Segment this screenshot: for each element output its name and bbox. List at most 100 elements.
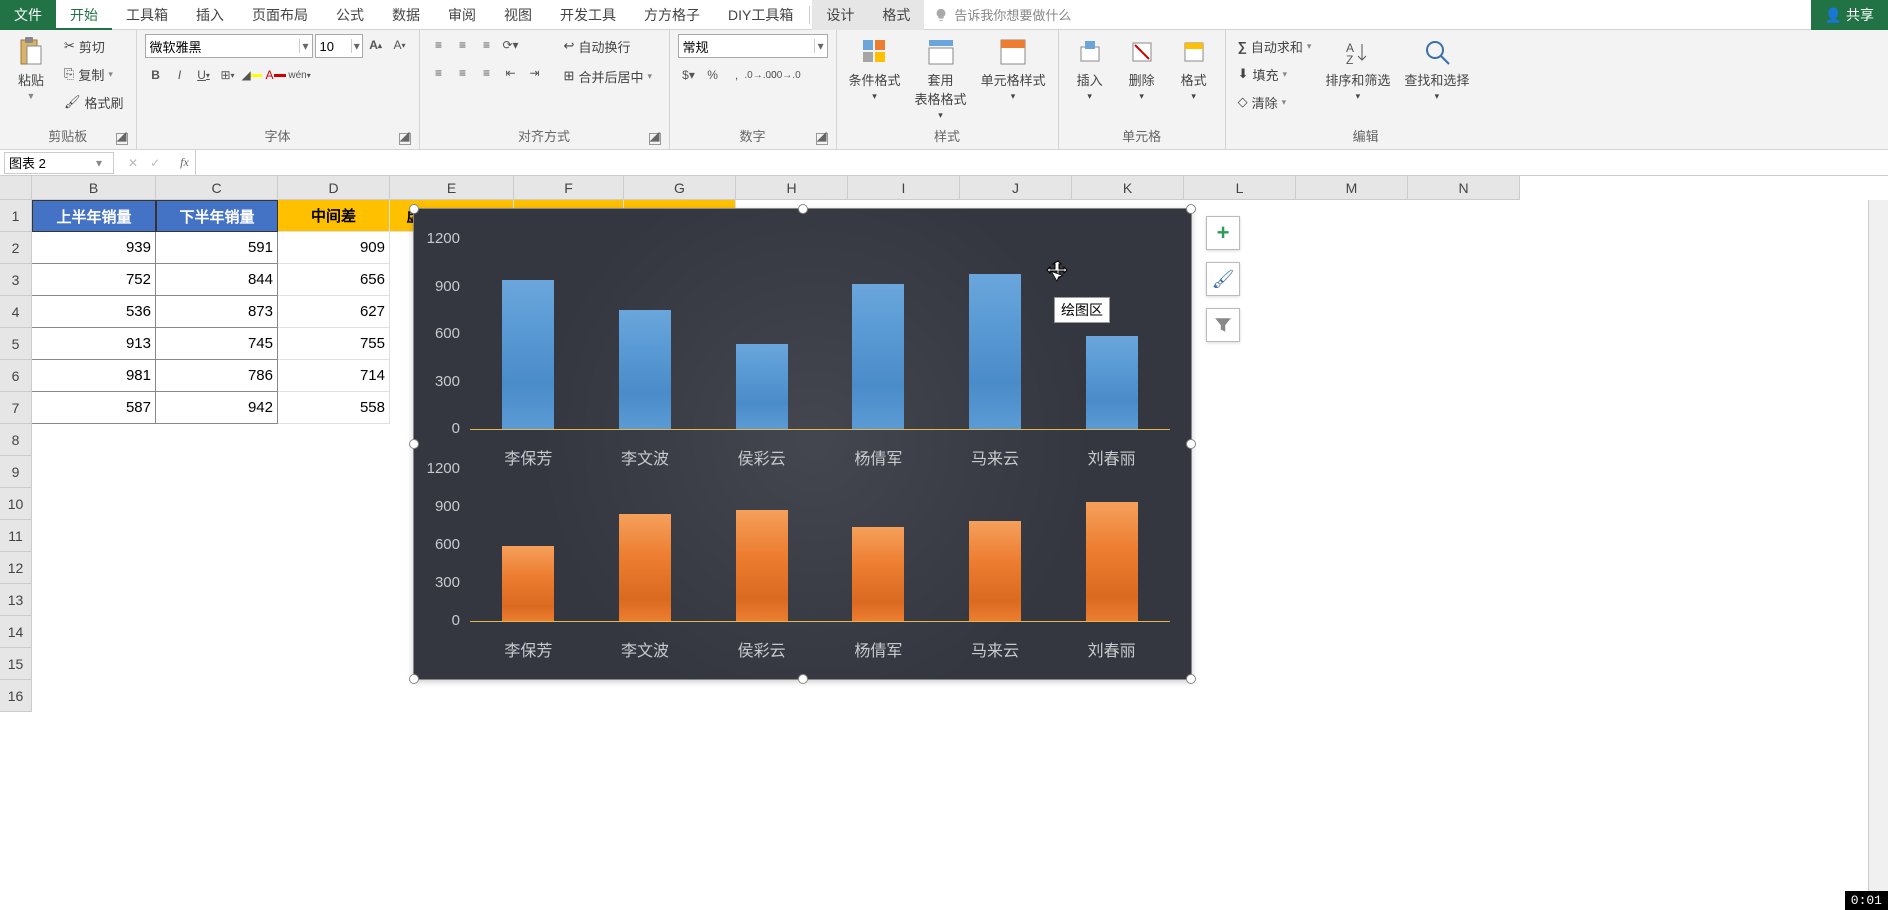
align-center-button[interactable]: ≡	[452, 62, 474, 84]
enter-formula-icon[interactable]: ✓	[150, 156, 160, 170]
cell[interactable]: 587	[32, 392, 156, 424]
format-table-button[interactable]: 套用 表格格式▾	[911, 34, 971, 126]
copy-button[interactable]: ⎘复制▾	[60, 62, 128, 86]
row-header-8[interactable]: 8	[0, 424, 32, 456]
font-name-combo[interactable]: ▾	[145, 34, 313, 58]
increase-indent-button[interactable]: ⇥	[524, 62, 546, 84]
row-header-7[interactable]: 7	[0, 392, 32, 424]
chart-filters-button[interactable]	[1206, 308, 1240, 342]
tab-view[interactable]: 视图	[490, 0, 546, 30]
align-top-button[interactable]: ≡	[428, 34, 450, 56]
chart-bar[interactable]	[969, 521, 1021, 621]
row-header-11[interactable]: 11	[0, 520, 32, 552]
underline-button[interactable]: U▾	[193, 64, 215, 86]
cancel-formula-icon[interactable]: ✕	[128, 156, 138, 170]
chart-bar[interactable]	[969, 274, 1021, 429]
clipboard-dialog-launcher[interactable]: ◢	[116, 133, 128, 145]
tab-chart-format[interactable]: 格式	[868, 0, 924, 30]
chart-bar[interactable]	[502, 546, 554, 621]
cell[interactable]: 558	[278, 392, 390, 424]
col-header-N[interactable]: N	[1408, 176, 1520, 200]
increase-font-button[interactable]: A▴	[365, 34, 387, 56]
chart-bar[interactable]	[619, 514, 671, 621]
worksheet[interactable]: BCDEFGHIJKLMN 12345678910111213141516 上半…	[0, 176, 1888, 910]
chart-handle-sw[interactable]	[409, 674, 419, 684]
clear-button[interactable]: ◇清除▾	[1234, 90, 1316, 114]
cell[interactable]: 591	[156, 232, 278, 264]
chart-bar[interactable]	[736, 510, 788, 621]
col-header-L[interactable]: L	[1184, 176, 1296, 200]
col-header-F[interactable]: F	[514, 176, 624, 200]
row-header-10[interactable]: 10	[0, 488, 32, 520]
chart-styles-button[interactable]: 🖌	[1206, 262, 1240, 296]
cell[interactable]: 下半年销量	[156, 200, 278, 232]
col-header-B[interactable]: B	[32, 176, 156, 200]
cell[interactable]: 844	[156, 264, 278, 296]
tab-data[interactable]: 数据	[378, 0, 434, 30]
chart-bar[interactable]	[1086, 502, 1138, 621]
name-box[interactable]: ▾	[4, 152, 114, 174]
chart-object[interactable]: 03006009001200李保芳李文波侯彩云杨倩军马来云刘春丽03006009…	[413, 208, 1192, 680]
bold-button[interactable]: B	[145, 64, 167, 86]
tell-me-search[interactable]: 告诉我你想要做什么	[924, 5, 1081, 24]
chart-handle-ne[interactable]	[1186, 204, 1196, 214]
row-header-2[interactable]: 2	[0, 232, 32, 264]
font-color-button[interactable]: A	[265, 64, 287, 86]
find-select-button[interactable]: 查找和选择▾	[1400, 34, 1473, 126]
cell[interactable]: 786	[156, 360, 278, 392]
conditional-format-button[interactable]: 条件格式▾	[845, 34, 905, 126]
orientation-button[interactable]: ⟳▾	[500, 34, 522, 56]
chart-bar[interactable]	[502, 280, 554, 429]
cell[interactable]: 中间差	[278, 200, 390, 232]
chart-bar[interactable]	[736, 344, 788, 429]
cell[interactable]: 536	[32, 296, 156, 328]
cell[interactable]: 913	[32, 328, 156, 360]
vertical-scrollbar[interactable]	[1868, 200, 1888, 910]
delete-cells-button[interactable]: 删除▾	[1119, 34, 1165, 126]
paste-button[interactable]: 粘贴 ▼	[8, 34, 54, 126]
cell[interactable]: 755	[278, 328, 390, 360]
decrease-indent-button[interactable]: ⇤	[500, 62, 522, 84]
align-bottom-button[interactable]: ≡	[476, 34, 498, 56]
row-header-1[interactable]: 1	[0, 200, 32, 232]
format-painter-button[interactable]: 🖌格式刷	[60, 90, 128, 114]
accounting-format-button[interactable]: $▾	[678, 64, 700, 86]
merge-center-button[interactable]: ⊞合并后居中▾	[560, 64, 656, 88]
percent-button[interactable]: %	[702, 64, 724, 86]
italic-button[interactable]: I	[169, 64, 191, 86]
chart-handle-s[interactable]	[798, 674, 808, 684]
tab-home[interactable]: 开始	[56, 0, 112, 30]
col-header-D[interactable]: D	[278, 176, 390, 200]
col-header-M[interactable]: M	[1296, 176, 1408, 200]
align-left-button[interactable]: ≡	[428, 62, 450, 84]
tab-developer[interactable]: 开发工具	[546, 0, 630, 30]
decrease-font-button[interactable]: A▾	[389, 34, 411, 56]
cell[interactable]: 627	[278, 296, 390, 328]
tab-toolbox[interactable]: 工具箱	[112, 0, 182, 30]
col-header-K[interactable]: K	[1072, 176, 1184, 200]
formula-input[interactable]	[195, 150, 1888, 175]
chart-handle-e[interactable]	[1186, 439, 1196, 449]
sort-filter-button[interactable]: AZ排序和筛选▾	[1321, 34, 1394, 126]
row-header-14[interactable]: 14	[0, 616, 32, 648]
tab-formulas[interactable]: 公式	[322, 0, 378, 30]
decrease-decimal-button[interactable]: .00→.0	[774, 64, 796, 86]
chart-handle-n[interactable]	[798, 204, 808, 214]
row-header-4[interactable]: 4	[0, 296, 32, 328]
fill-color-button[interactable]: ◢	[241, 64, 263, 86]
chart-handle-nw[interactable]	[409, 204, 419, 214]
chart-bar[interactable]	[619, 310, 671, 429]
row-header-5[interactable]: 5	[0, 328, 32, 360]
wrap-text-button[interactable]: ↩自动换行	[560, 34, 656, 58]
cell[interactable]: 981	[32, 360, 156, 392]
insert-cells-button[interactable]: 插入▾	[1067, 34, 1113, 126]
col-header-E[interactable]: E	[390, 176, 514, 200]
phonetic-button[interactable]: wén▾	[289, 64, 311, 86]
tab-pagelayout[interactable]: 页面布局	[238, 0, 322, 30]
fill-button[interactable]: ⬇填充▾	[1234, 62, 1316, 86]
select-all-button[interactable]	[0, 176, 32, 200]
col-header-C[interactable]: C	[156, 176, 278, 200]
row-header-13[interactable]: 13	[0, 584, 32, 616]
autosum-button[interactable]: ∑自动求和▾	[1234, 34, 1316, 58]
font-size-combo[interactable]: ▾	[315, 34, 363, 58]
